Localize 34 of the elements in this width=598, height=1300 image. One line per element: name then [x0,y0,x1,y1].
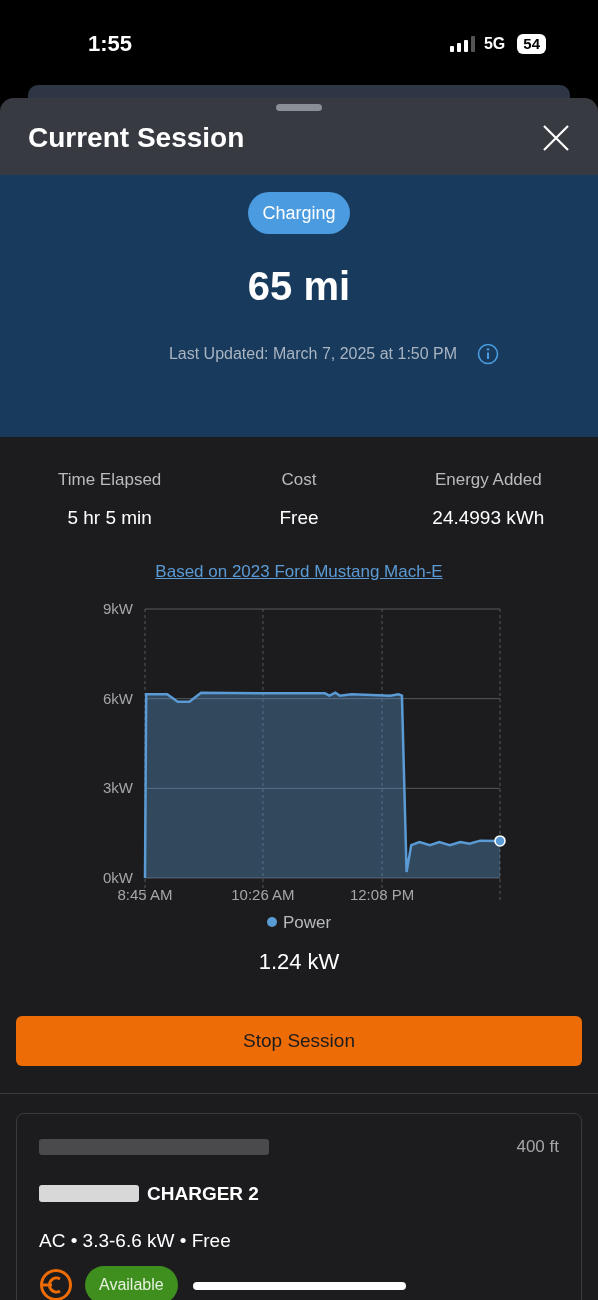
stat-value: 5 hr 5 min [67,505,152,530]
stat-label: Time Elapsed [58,469,162,491]
status-time: 1:55 [88,30,133,58]
stop-session-button[interactable]: Stop Session [16,1016,582,1066]
availability-badge: Available [85,1265,178,1300]
y-tick-label: 0kW [103,868,133,886]
station-details: AC • 3.3-6.6 kW • Free [39,1229,232,1253]
station-distance: 400 ft [516,1136,559,1158]
sheet-title: Current Session [28,120,245,155]
stat-value: 24.4993 kWh [432,505,545,530]
stat-value: Free [279,505,319,530]
x-tick-label: 8:45 AM [117,885,173,903]
info-icon[interactable] [477,343,500,365]
vehicle-link[interactable]: Based on 2023 Ford Mustang Mach-E [155,559,443,585]
station-name: CHARGER 2 [147,1181,259,1206]
x-tick-label: 10:26 AM [231,885,295,903]
range-value: 65 mi [247,263,351,310]
y-tick-label: 9kW [103,599,133,617]
x-tick-label: 12:08 PM [349,885,415,903]
power-reading: 1.24 kW [258,948,340,976]
y-tick-label: 3kW [103,778,133,796]
battery-indicator: 54 [517,33,546,54]
y-tick-label: 6kW [103,689,133,707]
last-updated-text: Last Updated: March 7, 2025 at 1:50 PM [168,344,458,364]
end-point-marker [494,834,506,847]
connector-icon [39,1267,73,1300]
stat-label: Energy Added [434,469,542,491]
signal-icon [449,35,476,52]
stat-label: Cost [281,469,317,491]
close-button[interactable] [542,123,570,152]
network-label: 5G [483,33,506,54]
legend-label: Power [282,911,332,934]
status-badge: Charging [248,192,350,234]
drag-handle[interactable] [276,104,322,111]
